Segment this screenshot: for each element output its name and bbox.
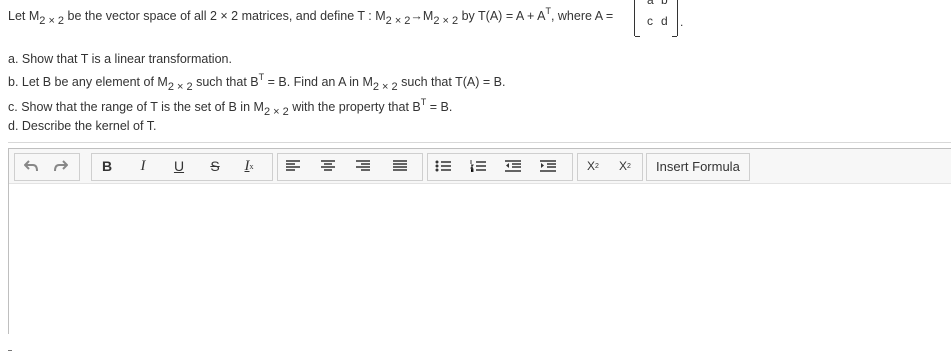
undo-button[interactable] <box>17 154 45 178</box>
text-segment: = B. Find an A in M <box>264 75 373 89</box>
clear-x-mark: x <box>249 161 254 171</box>
text-segment: Let M <box>8 9 40 23</box>
part-d: d. Describe the kernel of T. <box>8 119 157 133</box>
text-segment: →M <box>410 9 434 23</box>
indent-button[interactable] <box>534 154 562 178</box>
subscript: 2 × 2 <box>263 106 289 118</box>
subscript: 2 × 2 <box>39 15 65 27</box>
matrix-entry: b <box>661 0 668 7</box>
redo-button[interactable] <box>47 154 75 178</box>
align-left-button[interactable] <box>279 154 307 178</box>
subscript-mark: 2 <box>595 162 599 170</box>
align-right-button[interactable] <box>349 154 377 178</box>
outdent-icon <box>505 160 521 172</box>
text-segment: c. Show that the range of T is the set o… <box>8 100 264 114</box>
editor-toolbar: B I U S Ix X 2 X 2 Insert Formula <box>9 149 951 184</box>
align-justify-button[interactable] <box>386 154 414 178</box>
text-segment: such that T(A) = B. <box>397 75 506 89</box>
underline-button[interactable]: U <box>165 154 193 178</box>
subscript-button[interactable]: X2 <box>579 154 607 178</box>
subscript-icon: X <box>587 159 596 173</box>
italic-button[interactable]: I <box>129 154 157 178</box>
numbered-list-button[interactable] <box>464 154 492 178</box>
text-segment: , where A = <box>550 9 614 23</box>
align-center-icon <box>321 160 335 171</box>
superscript-button[interactable]: X2 <box>611 154 639 178</box>
period: . <box>680 15 684 29</box>
text-segment: = B. <box>426 100 453 114</box>
matrix-entry: c <box>647 14 653 28</box>
matrix-A: a b c d <box>634 0 678 37</box>
bullet-list-button[interactable] <box>429 154 457 178</box>
outdent-button[interactable] <box>499 154 527 178</box>
part-b: b. Let B be any element of M2 × 2 such t… <box>8 72 505 93</box>
part-c: c. Show that the range of T is the set o… <box>8 97 452 118</box>
divider <box>8 350 12 351</box>
question-definition: Let M2 × 2 be the vector space of all 2 … <box>8 6 613 27</box>
bullet-list-icon <box>435 160 451 172</box>
align-right-icon <box>356 160 370 171</box>
superscript-mark: 2 <box>627 162 631 170</box>
text-segment: such that B <box>192 75 259 89</box>
subscript: 2 × 2 <box>372 81 398 93</box>
numbered-list-icon <box>470 160 486 172</box>
subscript: 2 × 2 <box>385 15 411 27</box>
text-segment: with the property that B <box>288 100 421 114</box>
text-segment: by T(A) = A + A <box>458 9 546 23</box>
matrix-entry: d <box>661 14 668 28</box>
strikethrough-button[interactable]: S <box>201 154 229 178</box>
text-segment: be the vector space of all 2 × 2 matrice… <box>64 9 386 23</box>
answer-text-area[interactable] <box>9 184 951 334</box>
subscript: 2 × 2 <box>167 81 193 93</box>
redo-icon <box>54 160 68 172</box>
undo-icon <box>24 160 38 172</box>
align-left-icon <box>286 160 300 171</box>
align-justify-icon <box>393 160 407 171</box>
answer-editor: B I U S Ix X 2 X 2 Insert Formula <box>8 148 951 334</box>
part-a: a. Show that T is a linear transformatio… <box>8 52 232 66</box>
clear-format-button[interactable]: Ix <box>235 154 263 178</box>
subscript: 2 × 2 <box>433 15 459 27</box>
divider <box>8 142 951 143</box>
insert-formula-button[interactable]: Insert Formula <box>646 153 750 181</box>
bold-button[interactable]: B <box>93 154 121 178</box>
superscript-icon: X <box>619 159 628 173</box>
align-center-button[interactable] <box>314 154 342 178</box>
text-segment: b. Let B be any element of M <box>8 75 168 89</box>
indent-icon <box>540 160 556 172</box>
matrix-entry: a <box>647 0 654 7</box>
